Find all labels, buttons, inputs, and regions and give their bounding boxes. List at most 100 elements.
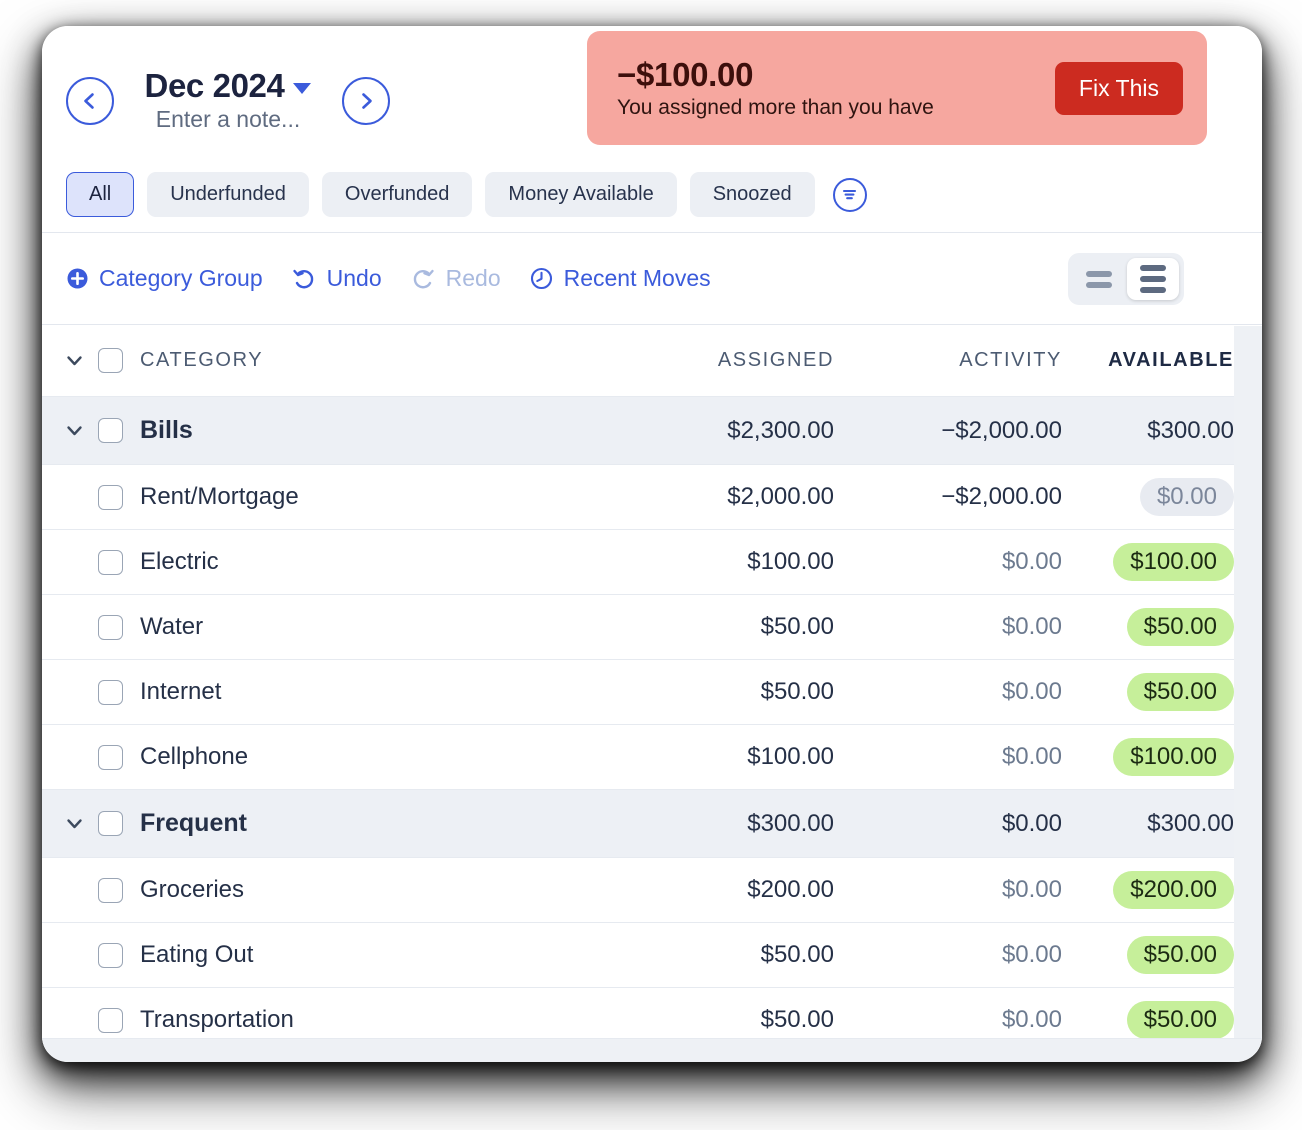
activity-amount[interactable]: −$2,000.00 — [834, 417, 1062, 445]
month-note-input[interactable]: Enter a note... — [156, 106, 300, 134]
available-amount-badge: $50.00 — [1126, 936, 1234, 974]
available-cell[interactable]: $300.00 — [1062, 810, 1262, 838]
chevron-left-icon — [84, 93, 94, 110]
category-group-row[interactable]: Frequent $300.00 $0.00 $300.00 — [42, 789, 1262, 857]
group-collapse-toggle[interactable] — [64, 813, 98, 834]
row-checkbox[interactable] — [98, 549, 123, 575]
group-collapse-toggle[interactable] — [64, 420, 98, 441]
redo-icon — [413, 269, 434, 288]
activity-amount[interactable]: $0.00 — [834, 941, 1062, 969]
available-amount-badge: $50.00 — [1126, 673, 1234, 711]
row-checkbox[interactable] — [98, 484, 123, 510]
fix-this-button[interactable]: Fix This — [1054, 61, 1183, 115]
assigned-amount[interactable]: $2,300.00 — [602, 417, 834, 445]
category-name: Cellphone — [140, 743, 249, 770]
available-cell[interactable]: $100.00 — [1062, 738, 1262, 776]
filter-pill-bar: All Underfunded Overfunded Money Availab… — [66, 172, 867, 217]
bar-glyph — [1140, 276, 1166, 282]
category-row[interactable]: Groceries $200.00 $0.00 $200.00 — [42, 857, 1262, 922]
row-checkbox[interactable] — [98, 811, 123, 836]
chevron-down-icon — [67, 426, 82, 436]
category-name: Internet — [140, 678, 222, 705]
assigned-amount[interactable]: $50.00 — [602, 941, 834, 969]
available-cell[interactable]: $100.00 — [1062, 543, 1262, 581]
filter-pill-overfunded[interactable]: Overfunded — [321, 172, 473, 217]
chevron-right-icon — [362, 93, 372, 110]
filter-pill-money-available[interactable]: Money Available — [485, 172, 677, 217]
available-cell[interactable]: $50.00 — [1062, 1001, 1262, 1039]
activity-amount[interactable]: $0.00 — [834, 743, 1062, 771]
category-group-row[interactable]: Bills $2,300.00 −$2,000.00 $300.00 — [42, 396, 1262, 464]
activity-amount[interactable]: −$2,000.00 — [834, 483, 1062, 511]
assigned-amount[interactable]: $50.00 — [602, 613, 834, 641]
row-checkbox-cell — [98, 484, 140, 510]
available-cell[interactable]: $50.00 — [1062, 673, 1262, 711]
clock-history-icon — [530, 267, 552, 290]
row-checkbox[interactable] — [98, 679, 123, 705]
assigned-amount[interactable]: $100.00 — [602, 548, 834, 576]
bar-glyph — [1140, 265, 1166, 271]
row-checkbox[interactable] — [98, 942, 123, 968]
redo-button[interactable]: Redo — [410, 265, 501, 292]
assigned-amount[interactable]: $50.00 — [602, 678, 834, 706]
row-checkbox-cell — [98, 877, 140, 903]
category-name-cell: Bills — [140, 416, 602, 445]
category-row[interactable]: Internet $50.00 $0.00 $50.00 — [42, 659, 1262, 724]
expanded-view-button[interactable] — [1127, 258, 1179, 300]
row-checkbox[interactable] — [98, 877, 123, 903]
activity-amount[interactable]: $0.00 — [834, 810, 1062, 838]
available-amount-badge: $50.00 — [1126, 608, 1234, 646]
chevron-down-icon — [67, 819, 82, 829]
bar-glyph — [1086, 281, 1112, 288]
overbudget-alert-banner: −$100.00 You assigned more than you have… — [587, 31, 1207, 145]
category-name-cell: Water — [140, 613, 602, 641]
category-name: Water — [140, 613, 204, 640]
filter-pill-all[interactable]: All — [66, 172, 135, 217]
category-row[interactable]: Electric $100.00 $0.00 $100.00 — [42, 529, 1262, 594]
month-selector[interactable]: Dec 2024 — [145, 68, 312, 104]
alert-message: You assigned more than you have — [617, 96, 934, 119]
recent-moves-button[interactable]: Recent Moves — [529, 265, 711, 292]
add-category-group-button[interactable]: Category Group — [66, 265, 263, 292]
available-amount-badge: $0.00 — [1139, 478, 1234, 516]
next-month-button[interactable] — [342, 77, 390, 126]
filter-pill-snoozed[interactable]: Snoozed — [689, 172, 815, 217]
compact-view-button[interactable] — [1073, 258, 1125, 300]
undo-button[interactable]: Undo — [291, 265, 382, 292]
previous-month-button[interactable] — [66, 77, 114, 126]
assigned-amount[interactable]: $2,000.00 — [602, 483, 834, 511]
category-row[interactable]: Eating Out $50.00 $0.00 $50.00 — [42, 922, 1262, 987]
category-name-cell: Rent/Mortgage — [140, 483, 602, 511]
available-cell[interactable]: $200.00 — [1062, 871, 1262, 909]
activity-amount[interactable]: $0.00 — [834, 613, 1062, 641]
row-checkbox[interactable] — [98, 744, 123, 770]
row-checkbox[interactable] — [98, 418, 123, 443]
assigned-amount[interactable]: $200.00 — [602, 876, 834, 904]
header: Dec 2024 Enter a note... −$100.00 You as… — [42, 26, 1262, 232]
row-checkbox[interactable] — [98, 1007, 123, 1033]
column-header-category-cell: CATEGORY — [140, 349, 602, 372]
available-cell[interactable]: $50.00 — [1062, 936, 1262, 974]
chevron-down-icon — [67, 356, 82, 366]
activity-amount[interactable]: $0.00 — [834, 548, 1062, 576]
filter-options-button[interactable] — [832, 177, 867, 212]
alert-amount: −$100.00 — [617, 56, 754, 93]
row-checkbox[interactable] — [98, 614, 123, 640]
category-row[interactable]: Cellphone $100.00 $0.00 $100.00 — [42, 724, 1262, 789]
select-all-checkbox[interactable] — [98, 348, 123, 373]
category-row[interactable]: Water $50.00 $0.00 $50.00 — [42, 594, 1262, 659]
assigned-amount[interactable]: $300.00 — [602, 810, 834, 838]
assigned-amount[interactable]: $50.00 — [602, 1006, 834, 1034]
assigned-amount[interactable]: $100.00 — [602, 743, 834, 771]
collapse-all-button[interactable] — [64, 350, 98, 371]
category-row[interactable]: Rent/Mortgage $2,000.00 −$2,000.00 $0.00 — [42, 464, 1262, 529]
available-cell[interactable]: $50.00 — [1062, 608, 1262, 646]
activity-amount[interactable]: $0.00 — [834, 876, 1062, 904]
filter-pill-underfunded[interactable]: Underfunded — [147, 172, 309, 217]
vertical-scrollbar[interactable] — [1234, 326, 1262, 1038]
activity-amount[interactable]: $0.00 — [834, 678, 1062, 706]
activity-amount[interactable]: $0.00 — [834, 1006, 1062, 1034]
column-header-activity: ACTIVITY — [959, 349, 1062, 371]
available-cell[interactable]: $0.00 — [1062, 478, 1262, 516]
available-cell[interactable]: $300.00 — [1062, 417, 1262, 445]
